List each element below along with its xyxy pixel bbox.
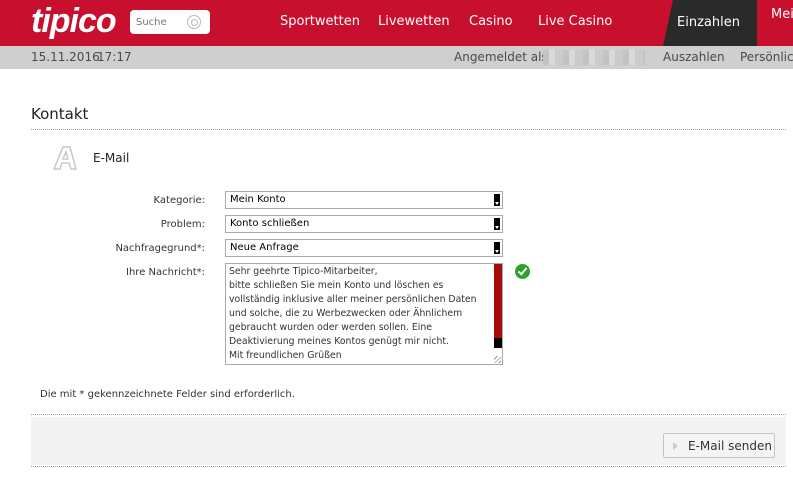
footer-divider-top bbox=[31, 414, 786, 415]
category-value: Mein Konto bbox=[230, 194, 286, 205]
page-title: Kontakt bbox=[31, 105, 89, 123]
logo-text: tipico bbox=[31, 2, 117, 40]
contact-a-icon bbox=[52, 146, 77, 170]
required-note: Die mit * gekennzeichnete Felder sind er… bbox=[40, 389, 295, 400]
send-email-button[interactable]: E-Mail senden bbox=[663, 433, 775, 458]
tipico-logo[interactable]: tipico bbox=[31, 2, 117, 40]
search-icon[interactable] bbox=[187, 15, 201, 29]
personal-link[interactable]: Persönlic bbox=[740, 50, 793, 64]
search-box[interactable] bbox=[130, 10, 210, 34]
send-label: E-Mail senden bbox=[688, 439, 772, 453]
reason-select[interactable]: Neue Anfrage bbox=[225, 239, 503, 257]
reason-value: Neue Anfrage bbox=[230, 242, 299, 253]
current-date: 15.11.2016 bbox=[31, 50, 100, 64]
textarea-scrollbar[interactable] bbox=[494, 264, 502, 346]
withdraw-link[interactable]: Auszahlen bbox=[663, 50, 725, 64]
problem-label: Problem: bbox=[160, 219, 205, 230]
send-arrow-icon bbox=[673, 442, 678, 450]
reason-label: Nachfragegrund*: bbox=[115, 243, 205, 254]
check-icon bbox=[515, 264, 530, 279]
dropdown-arrow-icon[interactable] bbox=[493, 193, 501, 207]
section-title: E-Mail bbox=[93, 151, 130, 165]
resize-grip-icon[interactable] bbox=[494, 356, 501, 363]
message-textarea[interactable]: Sehr geehrte Tipico-Mitarbeiter, bitte s… bbox=[225, 263, 503, 365]
redacted-username bbox=[543, 50, 645, 65]
title-divider bbox=[31, 129, 786, 130]
current-time: 17:17 bbox=[97, 50, 132, 64]
message-label: Ihre Nachricht*: bbox=[126, 267, 205, 278]
nav-live-casino[interactable]: Live Casino bbox=[538, 14, 612, 29]
nav-livewetten[interactable]: Livewetten bbox=[378, 14, 450, 29]
account-status-bar: 15.11.2016 17:17 Angemeldet als: Auszahl… bbox=[0, 46, 793, 69]
deposit-button[interactable]: Einzahlen bbox=[663, 0, 757, 46]
dropdown-arrow-icon[interactable] bbox=[493, 241, 501, 255]
problem-select[interactable]: Konto schließen bbox=[225, 215, 503, 233]
top-navigation-bar: tipico Sportwetten Livewetten Casino Liv… bbox=[0, 0, 793, 46]
search-input[interactable] bbox=[136, 14, 186, 30]
footer-divider-bottom bbox=[31, 466, 786, 467]
nav-sportwetten[interactable]: Sportwetten bbox=[280, 14, 360, 29]
textarea-scrollbar-thumb[interactable] bbox=[494, 338, 502, 348]
problem-value: Konto schließen bbox=[230, 218, 310, 229]
message-text: Sehr geehrte Tipico-Mitarbeiter, bitte s… bbox=[229, 266, 477, 361]
dropdown-arrow-icon[interactable] bbox=[493, 217, 501, 231]
category-select[interactable]: Mein Konto bbox=[225, 191, 503, 209]
category-label: Kategorie: bbox=[153, 195, 205, 206]
deposit-label: Einzahlen bbox=[677, 15, 740, 30]
account-menu-link[interactable]: Mei bbox=[771, 7, 793, 22]
logged-in-label: Angemeldet als: bbox=[454, 50, 552, 64]
nav-casino[interactable]: Casino bbox=[469, 14, 513, 29]
